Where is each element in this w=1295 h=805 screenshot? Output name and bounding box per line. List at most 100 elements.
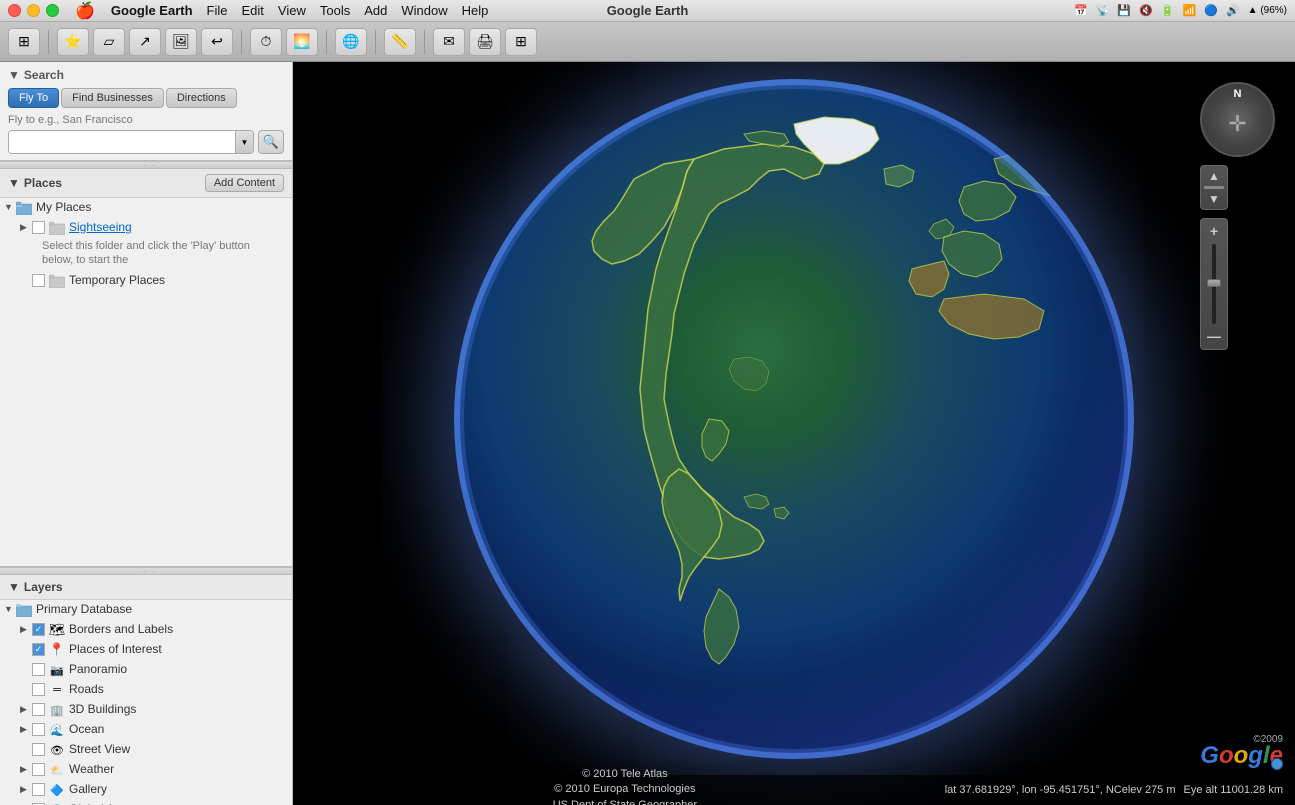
zoom-in-button[interactable]: + [1210, 223, 1218, 240]
gallery-expand: ▶ [20, 784, 32, 795]
gallery-icon: 🔷 [49, 782, 65, 798]
tree-item-sightseeing[interactable]: ▶ Sightseeing [0, 218, 292, 238]
tilt-control[interactable]: ▲ ▼ [1200, 165, 1228, 210]
weather-label: Weather [69, 762, 114, 776]
tab-fly-to[interactable]: Fly To [8, 88, 59, 108]
search-go-button[interactable]: 🔍 [258, 130, 284, 154]
3d-icon: 🏢 [49, 702, 65, 718]
search-dropdown-icon[interactable]: ▼ [235, 131, 253, 153]
zoom-slider-thumb[interactable] [1207, 279, 1221, 287]
layers-title: Layers [24, 580, 63, 594]
roads-checkbox[interactable] [32, 683, 45, 696]
search-input-row: ▼ 🔍 [8, 130, 284, 154]
toolbar-sidebar-toggle[interactable]: ⊞ [8, 28, 40, 56]
sightseeing-checkbox[interactable] [32, 221, 45, 234]
menu-view[interactable]: View [278, 3, 306, 18]
resize-handle[interactable]: · · · [0, 161, 292, 169]
3d-checkbox[interactable] [32, 703, 45, 716]
layer-street-view[interactable]: ▶ 👁 Street View [0, 740, 292, 760]
system-status: 📅📡💾🔇🔋📶🔵🔊▲ (96%) [1074, 4, 1287, 17]
zoom-out-button[interactable]: — [1207, 328, 1221, 345]
layer-gallery[interactable]: ▶ 🔷 Gallery [0, 780, 292, 800]
gallery-checkbox[interactable] [32, 783, 45, 796]
borders-checkbox[interactable]: ✓ [32, 623, 45, 636]
tree-item-my-places[interactable]: ▼ My Places [0, 198, 292, 218]
3d-label: 3D Buildings [69, 702, 136, 716]
window-title: Google Earth [607, 3, 689, 18]
toolbar-placemark[interactable]: ⭐ [57, 28, 89, 56]
search-input-wrapper: ▼ [8, 130, 254, 154]
layer-3d-buildings[interactable]: ▶ 🏢 3D Buildings [0, 700, 292, 720]
sightseeing-label[interactable]: Sightseeing [69, 220, 132, 234]
weather-checkbox[interactable] [32, 763, 45, 776]
search-header: ▼ Search [8, 68, 284, 82]
sightseeing-folder-icon [49, 220, 65, 236]
search-triangle-icon: ▼ [8, 68, 20, 82]
apple-menu-icon[interactable]: 🍎 [75, 1, 95, 21]
toolbar-tour[interactable]: ⏱ [250, 28, 282, 56]
toolbar-print[interactable]: 🖨 [469, 28, 501, 56]
sv-label: Street View [69, 742, 130, 756]
places-header: ▼ Places Add Content [0, 169, 292, 198]
roads-icon: ═ [49, 682, 65, 698]
menu-edit[interactable]: Edit [242, 3, 264, 18]
roads-label: Roads [69, 682, 104, 696]
menu-add[interactable]: Add [364, 3, 387, 18]
layer-weather[interactable]: ▶ ⛅ Weather [0, 760, 292, 780]
places-header-left: ▼ Places [8, 176, 62, 190]
poi-checkbox[interactable]: ✓ [32, 643, 45, 656]
menu-file[interactable]: File [207, 3, 228, 18]
toolbar: ⊞ ⭐ ▱ ↗ 🖼 ↩ ⏱ 🌅 🌐 📏 ✉ 🖨 ⊞ [0, 22, 1295, 62]
sv-checkbox[interactable] [32, 743, 45, 756]
layer-ocean[interactable]: ▶ 🌊 Ocean [0, 720, 292, 740]
maximize-button[interactable] [46, 4, 59, 17]
status-bar: © 2010 Tele Atlas © 2010 Europa Technolo… [293, 775, 1295, 805]
resize-handle-2[interactable]: · · · [0, 567, 292, 575]
layers-section: ▼ Layers ▼ Primary Database ▶ ✓ 🗺 [0, 575, 292, 805]
toolbar-view[interactable]: ⊞ [505, 28, 537, 56]
layers-triangle-icon: ▼ [8, 580, 20, 594]
layer-borders[interactable]: ▶ ✓ 🗺 Borders and Labels [0, 620, 292, 640]
search-input[interactable] [9, 131, 235, 153]
temporary-places-label: Temporary Places [69, 273, 165, 287]
zoom-control[interactable]: + — [1200, 218, 1228, 350]
temporary-checkbox[interactable] [32, 274, 45, 287]
tab-directions[interactable]: Directions [166, 88, 237, 108]
layer-global-awareness[interactable]: ▶ 🌍 Global Awareness [0, 800, 292, 805]
toolbar-grid[interactable]: 🌐 [335, 28, 367, 56]
menu-window[interactable]: Window [401, 3, 447, 18]
search-hint: Fly to e.g., San Francisco [8, 114, 284, 126]
toolbar-ruler[interactable]: 📏 [384, 28, 416, 56]
places-triangle-icon: ▼ [8, 176, 20, 190]
tab-find-businesses[interactable]: Find Businesses [61, 88, 164, 108]
menu-app[interactable]: Google Earth [111, 3, 193, 18]
title-bar: 🍎 Google Earth File Edit View Tools Add … [0, 0, 1295, 22]
toolbar-polygon[interactable]: ▱ [93, 28, 125, 56]
close-button[interactable] [8, 4, 21, 17]
tree-item-temporary-places[interactable]: ▶ Temporary Places [0, 271, 292, 291]
terrain-indicator [1271, 758, 1283, 770]
panoramio-checkbox[interactable] [32, 663, 45, 676]
map-area[interactable]: N ✛ ▲ ▼ + — Google ©2009 [293, 62, 1295, 805]
ocean-checkbox[interactable] [32, 723, 45, 736]
tilt-down-button[interactable]: ▼ [1208, 193, 1220, 205]
traffic-lights [8, 4, 59, 17]
compass-control[interactable]: N ✛ [1200, 82, 1275, 157]
add-content-button[interactable]: Add Content [205, 174, 284, 192]
layer-panoramio[interactable]: ▶ 📷 Panoramio [0, 660, 292, 680]
toolbar-email[interactable]: ✉ [433, 28, 465, 56]
toolbar-image-overlay[interactable]: 🖼 [165, 28, 197, 56]
layer-roads[interactable]: ▶ ═ Roads [0, 680, 292, 700]
tilt-up-button[interactable]: ▲ [1208, 170, 1220, 182]
globe[interactable] [454, 79, 1134, 759]
places-section: ▼ Places Add Content ▼ My Places [0, 169, 292, 567]
layer-places-of-interest[interactable]: ▶ ✓ 📍 Places of Interest [0, 640, 292, 660]
minimize-button[interactable] [27, 4, 40, 17]
menu-tools[interactable]: Tools [320, 3, 350, 18]
toolbar-path[interactable]: ↗ [129, 28, 161, 56]
toolbar-sunrise[interactable]: 🌅 [286, 28, 318, 56]
toolbar-record[interactable]: ↩ [201, 28, 233, 56]
layer-primary-database[interactable]: ▼ Primary Database [0, 600, 292, 620]
menu-help[interactable]: Help [462, 3, 489, 18]
copyright-year: ©2009 [1253, 734, 1283, 745]
